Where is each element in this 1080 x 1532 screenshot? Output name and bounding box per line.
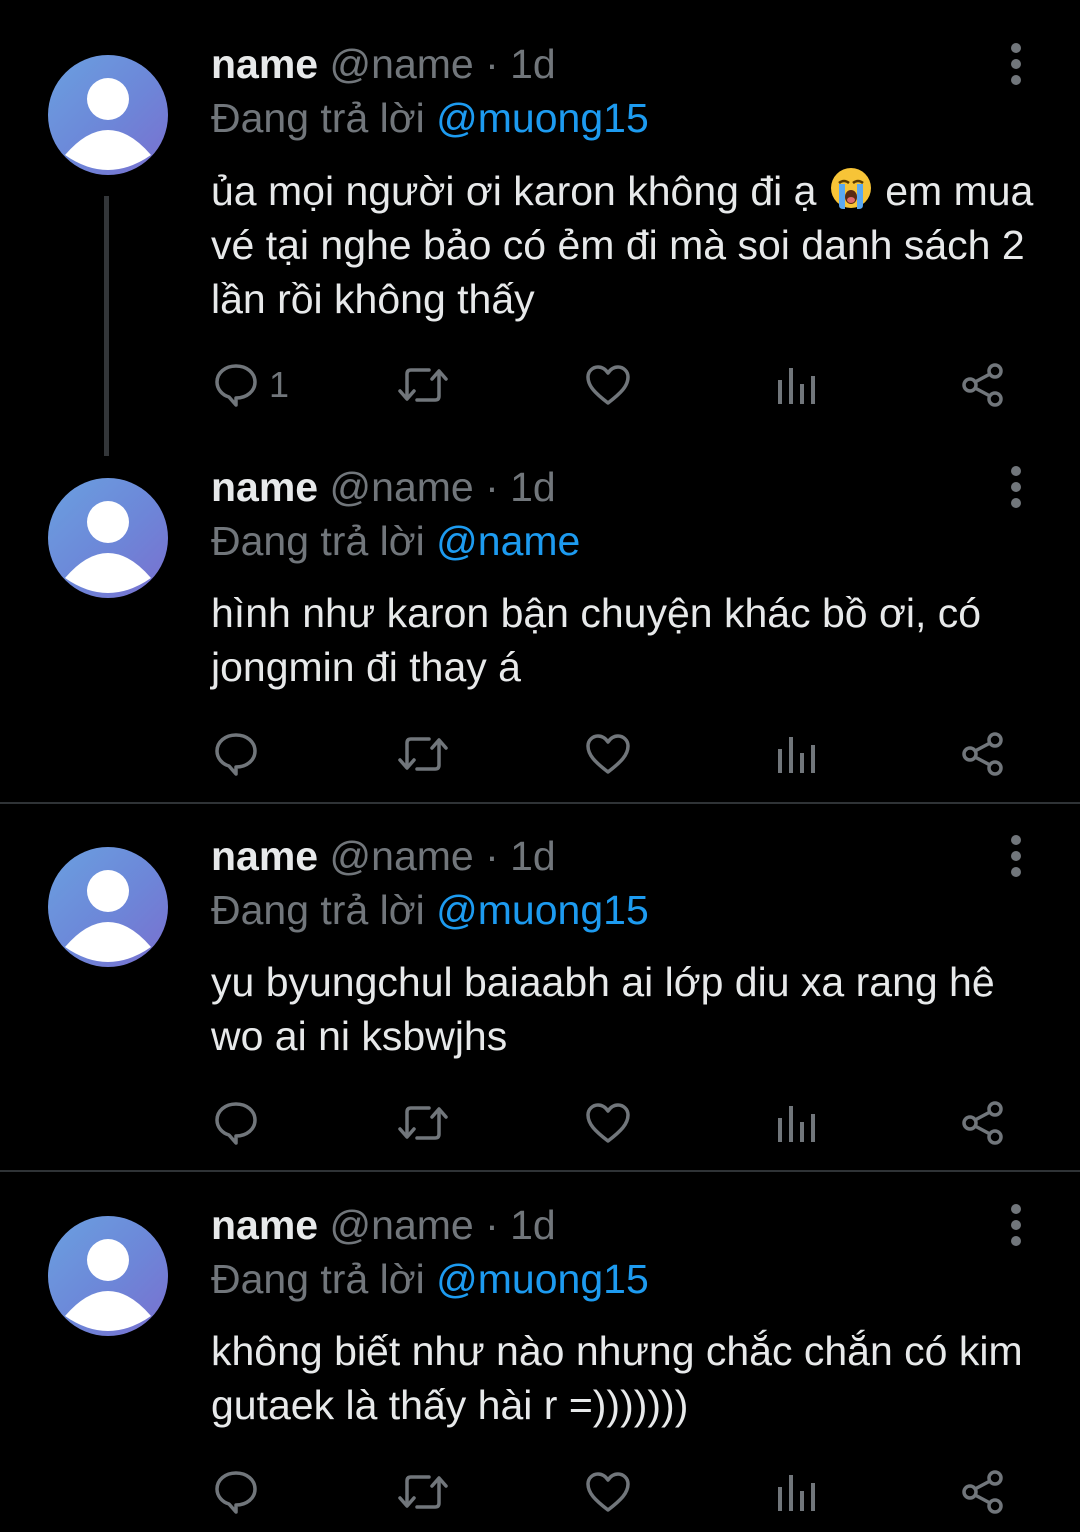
- like-button[interactable]: [585, 1462, 631, 1522]
- avatar[interactable]: [48, 55, 168, 175]
- tweet-header: name @name · 1d: [211, 1200, 556, 1250]
- more-vertical-icon: [1011, 835, 1021, 877]
- display-name[interactable]: name: [211, 464, 318, 510]
- replying-to-label: Đang trả lời: [211, 95, 425, 141]
- replying-to-label: Đang trả lời: [211, 518, 425, 564]
- more-vertical-icon: [1011, 43, 1021, 85]
- replying-to-label: Đang trả lời: [211, 887, 425, 933]
- share-button[interactable]: [960, 355, 1006, 415]
- tweet-actions: [0, 1093, 1080, 1153]
- views-button[interactable]: [775, 1462, 817, 1522]
- avatar[interactable]: [48, 847, 168, 967]
- replying-to-label: Đang trả lời: [211, 1256, 425, 1302]
- tweet-actions: [0, 724, 1080, 784]
- share-icon: [962, 1470, 1003, 1514]
- reply-icon: [215, 733, 257, 776]
- share-icon: [962, 1101, 1003, 1145]
- display-name[interactable]: name: [211, 41, 318, 87]
- views-icon: [778, 737, 815, 773]
- tweet-actions: 1: [0, 355, 1080, 415]
- tweet[interactable]: name @name · 1d Đang trả lời @name hình …: [0, 440, 1080, 802]
- tweet[interactable]: name @name · 1d Đang trả lời @muong15 kh…: [0, 1172, 1080, 1532]
- share-icon: [962, 363, 1003, 407]
- default-profile-icon: [65, 1239, 151, 1331]
- loudly-crying-face-icon: [830, 168, 871, 209]
- reply-button[interactable]: 1: [213, 355, 289, 415]
- handle-and-time: @name · 1d: [329, 833, 556, 879]
- reply-mention-link[interactable]: @name: [436, 518, 580, 564]
- tweet[interactable]: name @name · 1d Đang trả lời @muong15 yu…: [0, 804, 1080, 1170]
- like-button[interactable]: [585, 1093, 631, 1153]
- like-button[interactable]: [585, 355, 631, 415]
- heart-icon: [586, 734, 630, 774]
- more-options-button[interactable]: [996, 34, 1036, 94]
- tweet-header: name @name · 1d: [211, 831, 556, 881]
- reply-button[interactable]: [213, 724, 269, 784]
- replying-to: Đang trả lời @muong15: [211, 885, 649, 935]
- retweet-icon: [398, 737, 448, 771]
- tweet-text: yu byungchul baiaabh ai lớp diu xa rang …: [211, 959, 995, 1059]
- replying-to: Đang trả lời @muong15: [211, 93, 649, 143]
- retweet-button[interactable]: [397, 724, 449, 784]
- tweet-header: name @name · 1d: [211, 462, 556, 512]
- reply-mention-link[interactable]: @muong15: [436, 887, 649, 933]
- retweet-button[interactable]: [397, 1093, 449, 1153]
- views-button[interactable]: [775, 355, 817, 415]
- replying-to: Đang trả lời @name: [211, 516, 580, 566]
- views-icon: [778, 368, 815, 404]
- default-profile-icon: [65, 870, 151, 962]
- like-button[interactable]: [585, 724, 631, 784]
- retweet-icon: [398, 368, 448, 402]
- heart-icon: [586, 365, 630, 405]
- retweet-icon: [398, 1475, 448, 1509]
- heart-icon: [586, 1103, 630, 1143]
- retweet-button[interactable]: [397, 1462, 449, 1522]
- handle-and-time: @name · 1d: [329, 464, 556, 510]
- more-vertical-icon: [1011, 1204, 1021, 1246]
- reply-mention-link[interactable]: @muong15: [436, 95, 649, 141]
- views-icon: [778, 1475, 815, 1511]
- default-profile-icon: [65, 78, 151, 170]
- handle-and-time: @name · 1d: [329, 1202, 556, 1248]
- reply-button[interactable]: [213, 1462, 269, 1522]
- views-button[interactable]: [775, 724, 817, 784]
- display-name[interactable]: name: [211, 1202, 318, 1248]
- tweet-actions: [0, 1462, 1080, 1522]
- tweet-text: ủa mọi người ơi karon không đi ạ em mua …: [211, 164, 1041, 326]
- reply-icon: [215, 364, 257, 407]
- more-options-button[interactable]: [996, 826, 1036, 886]
- avatar[interactable]: [48, 1216, 168, 1336]
- more-options-button[interactable]: [996, 1195, 1036, 1255]
- tweet-text: hình như karon bận chuyện khác bồ ơi, có…: [211, 590, 982, 690]
- default-profile-icon: [65, 501, 151, 593]
- tweet-text: không biết như nào nhưng chắc chắn có ki…: [211, 1328, 1023, 1428]
- avatar[interactable]: [48, 478, 168, 598]
- retweet-button[interactable]: [397, 355, 449, 415]
- more-vertical-icon: [1011, 466, 1021, 508]
- tweet-text-part: ủa mọi người ơi karon không đi ạ: [211, 168, 817, 214]
- tweet-header: name @name · 1d: [211, 39, 556, 89]
- retweet-icon: [398, 1106, 448, 1140]
- reply-button[interactable]: [213, 1093, 269, 1153]
- reply-icon: [215, 1471, 257, 1514]
- heart-icon: [586, 1472, 630, 1512]
- display-name[interactable]: name: [211, 833, 318, 879]
- share-button[interactable]: [960, 1093, 1006, 1153]
- tweet[interactable]: name @name · 1d Đang trả lời @muong15 ủa…: [0, 0, 1080, 440]
- share-button[interactable]: [960, 724, 1006, 784]
- handle-and-time: @name · 1d: [329, 41, 556, 87]
- reply-mention-link[interactable]: @muong15: [436, 1256, 649, 1302]
- reply-icon: [215, 1102, 257, 1145]
- reply-count: 1: [269, 364, 290, 405]
- replying-to: Đang trả lời @muong15: [211, 1254, 649, 1304]
- share-button[interactable]: [960, 1462, 1006, 1522]
- share-icon: [962, 732, 1003, 776]
- views-icon: [778, 1106, 815, 1142]
- more-options-button[interactable]: [996, 457, 1036, 517]
- views-button[interactable]: [775, 1093, 817, 1153]
